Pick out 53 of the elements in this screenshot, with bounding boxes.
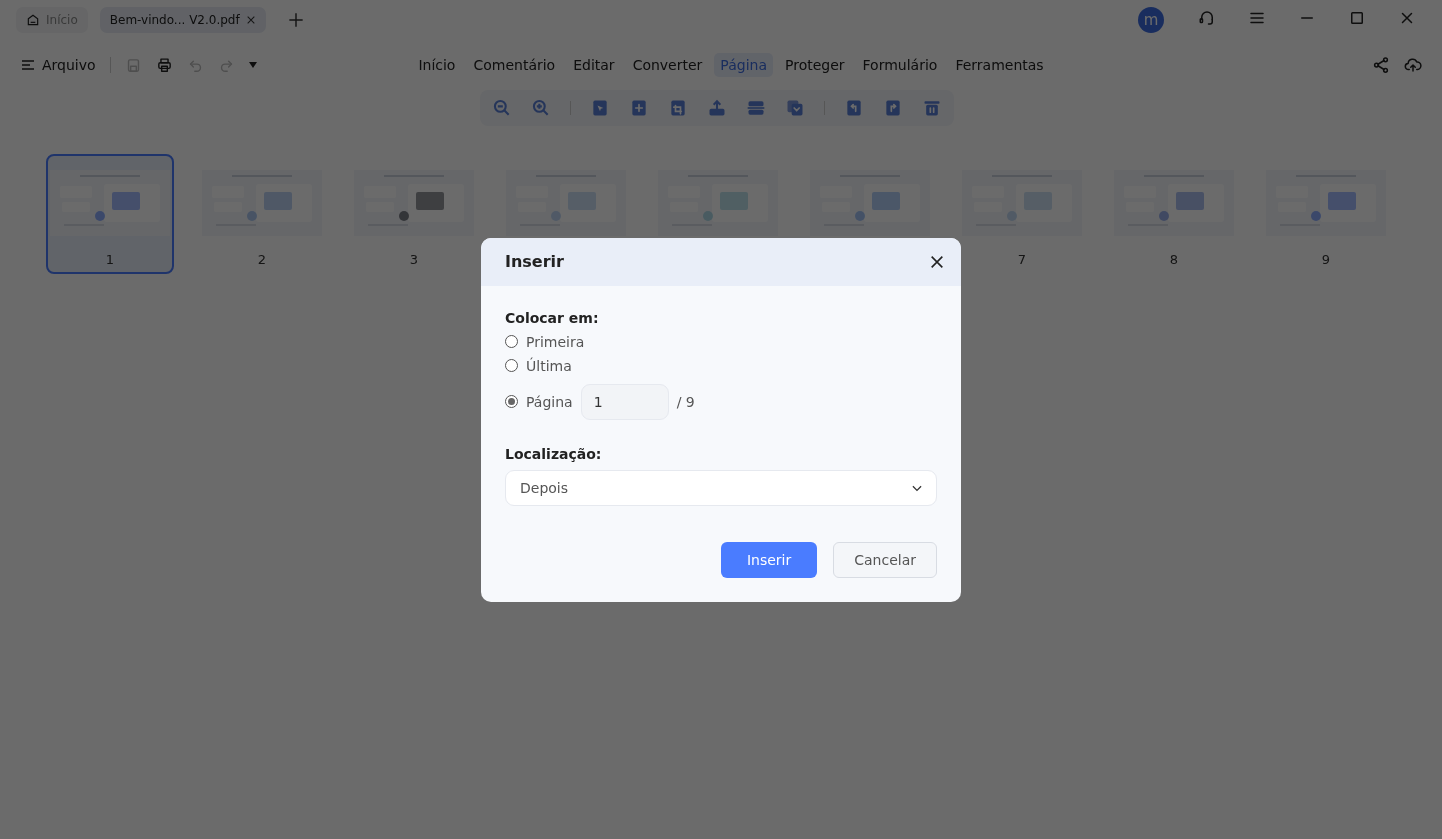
page-thumbnail[interactable]: 3 (350, 154, 478, 274)
maximize-icon[interactable] (1348, 9, 1366, 27)
menu-tab[interactable]: Proteger (779, 53, 851, 77)
cloud-upload-icon[interactable] (1404, 56, 1422, 74)
page-thumbnail[interactable]: 2 (198, 154, 326, 274)
menu-tab[interactable]: Página (714, 53, 773, 77)
page-total: / 9 (676, 393, 695, 410)
page-thumbnail[interactable]: 9 (1262, 154, 1390, 274)
menu-tab[interactable]: Ferramentas (949, 53, 1050, 77)
add-page-icon[interactable] (629, 98, 649, 118)
field-label: Colocar em: (505, 309, 600, 326)
rotate-left-icon[interactable] (844, 98, 864, 118)
zoom-in-icon[interactable] (531, 98, 551, 118)
menu-tab[interactable]: Início (412, 53, 462, 77)
close-button[interactable] (929, 253, 945, 270)
page-thumbnail[interactable]: 8 (1110, 154, 1238, 274)
menu-tab[interactable]: Editar (567, 53, 621, 77)
dialog-title: Inserir (505, 252, 564, 271)
share-icon[interactable] (1372, 56, 1390, 74)
delete-icon[interactable] (922, 98, 942, 118)
dropdown-caret-icon[interactable] (248, 62, 257, 68)
extract-page-icon[interactable] (707, 98, 727, 118)
close-tab-icon[interactable] (245, 15, 256, 25)
home-icon (26, 13, 40, 27)
page-thumbnail[interactable]: 1 (46, 154, 174, 274)
select-page-icon[interactable] (590, 98, 610, 118)
split-page-icon[interactable] (746, 98, 766, 118)
page-number-field[interactable]: 1 (580, 383, 669, 420)
radio-button[interactable] (505, 359, 518, 372)
avatar[interactable]: m (1138, 7, 1164, 33)
rotate-right-icon[interactable] (883, 98, 903, 118)
radio-button[interactable] (505, 395, 518, 408)
cancel-button[interactable]: Cancelar (833, 541, 937, 578)
print-icon[interactable] (155, 56, 173, 74)
field-label: Localização: (505, 445, 603, 462)
crop-page-icon[interactable] (668, 98, 688, 118)
radio-label[interactable]: Última (526, 357, 572, 374)
radio-button[interactable] (505, 335, 518, 348)
radio-label[interactable]: Página (526, 393, 573, 410)
radio-label[interactable]: Primeira (526, 333, 585, 350)
zoom-out-icon[interactable] (492, 98, 512, 118)
menu-tab[interactable]: Formulário (856, 53, 944, 77)
location-dropdown[interactable]: Depois (505, 469, 937, 506)
headset-icon[interactable] (1198, 9, 1216, 27)
new-tab-icon[interactable] (287, 12, 304, 28)
menu-tab[interactable]: Converter (626, 53, 709, 77)
replace-page-icon[interactable] (785, 98, 805, 118)
page-thumbnail[interactable]: 7 (958, 154, 1086, 274)
menu-icon (20, 57, 36, 73)
insert-button[interactable]: Inserir (720, 541, 818, 578)
menu-tab[interactable]: Comentário (467, 53, 562, 77)
file-menu[interactable]: Arquivo (20, 57, 96, 73)
tab[interactable]: Bem-vindo... V2.0.pdf (99, 7, 266, 33)
